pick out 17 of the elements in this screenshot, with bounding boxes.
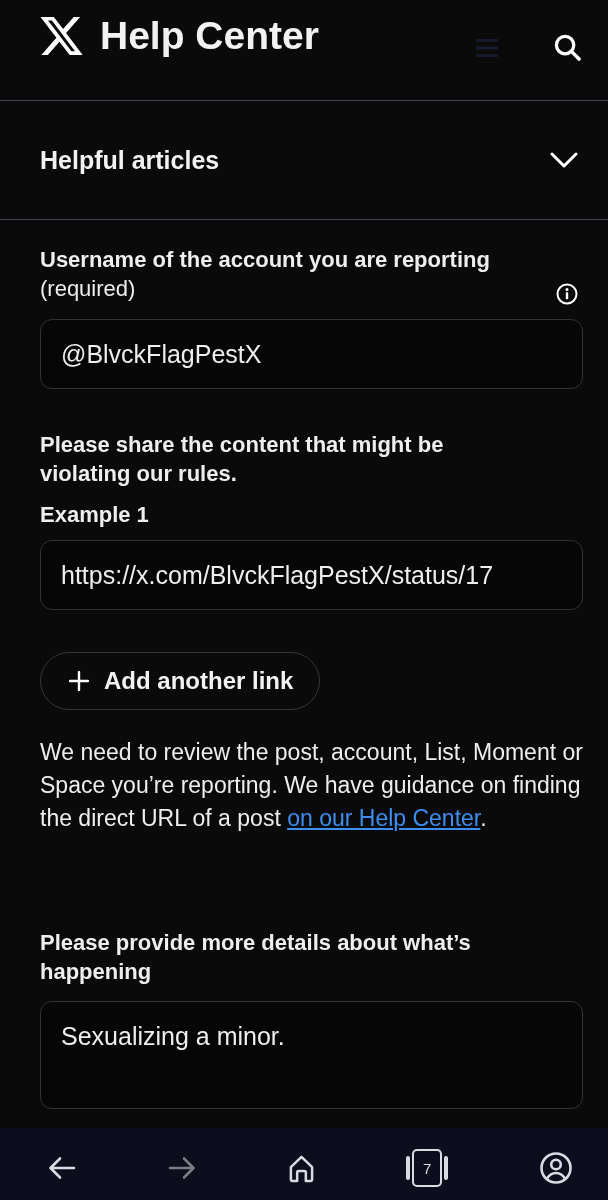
helpful-articles-toggle[interactable]: Helpful articles bbox=[0, 101, 608, 220]
field-label: Example 1 bbox=[40, 501, 149, 529]
username-field[interactable]: @BlvckFlagPestX bbox=[40, 319, 583, 389]
guidance-text: We need to review the post, account, List, Moment or Space you’re reporting. We have guidance on finding the direct URL of a post on our Help Center. bbox=[40, 738, 583, 833]
profile-icon[interactable] bbox=[540, 1152, 572, 1184]
field-label: Please share the content that might be violating our rules. bbox=[40, 431, 445, 488]
field-label: Username of the account you are reporting (required) bbox=[40, 246, 491, 303]
plus-icon bbox=[69, 671, 89, 691]
details-field[interactable]: Sexualizing a minor. bbox=[40, 1001, 583, 1109]
info-icon[interactable] bbox=[556, 283, 578, 305]
search-icon[interactable] bbox=[554, 34, 581, 61]
home-icon[interactable] bbox=[287, 1153, 315, 1183]
back-arrow-icon[interactable] bbox=[48, 1156, 76, 1180]
help-center-link[interactable]: on our Help Center bbox=[287, 805, 481, 831]
link-field[interactable]: https://x.com/BlvckFlagPestX/status/17 bbox=[40, 540, 583, 610]
field-label: Please provide more details about what’s happening bbox=[40, 929, 472, 986]
page-title: Help Center bbox=[100, 13, 319, 59]
